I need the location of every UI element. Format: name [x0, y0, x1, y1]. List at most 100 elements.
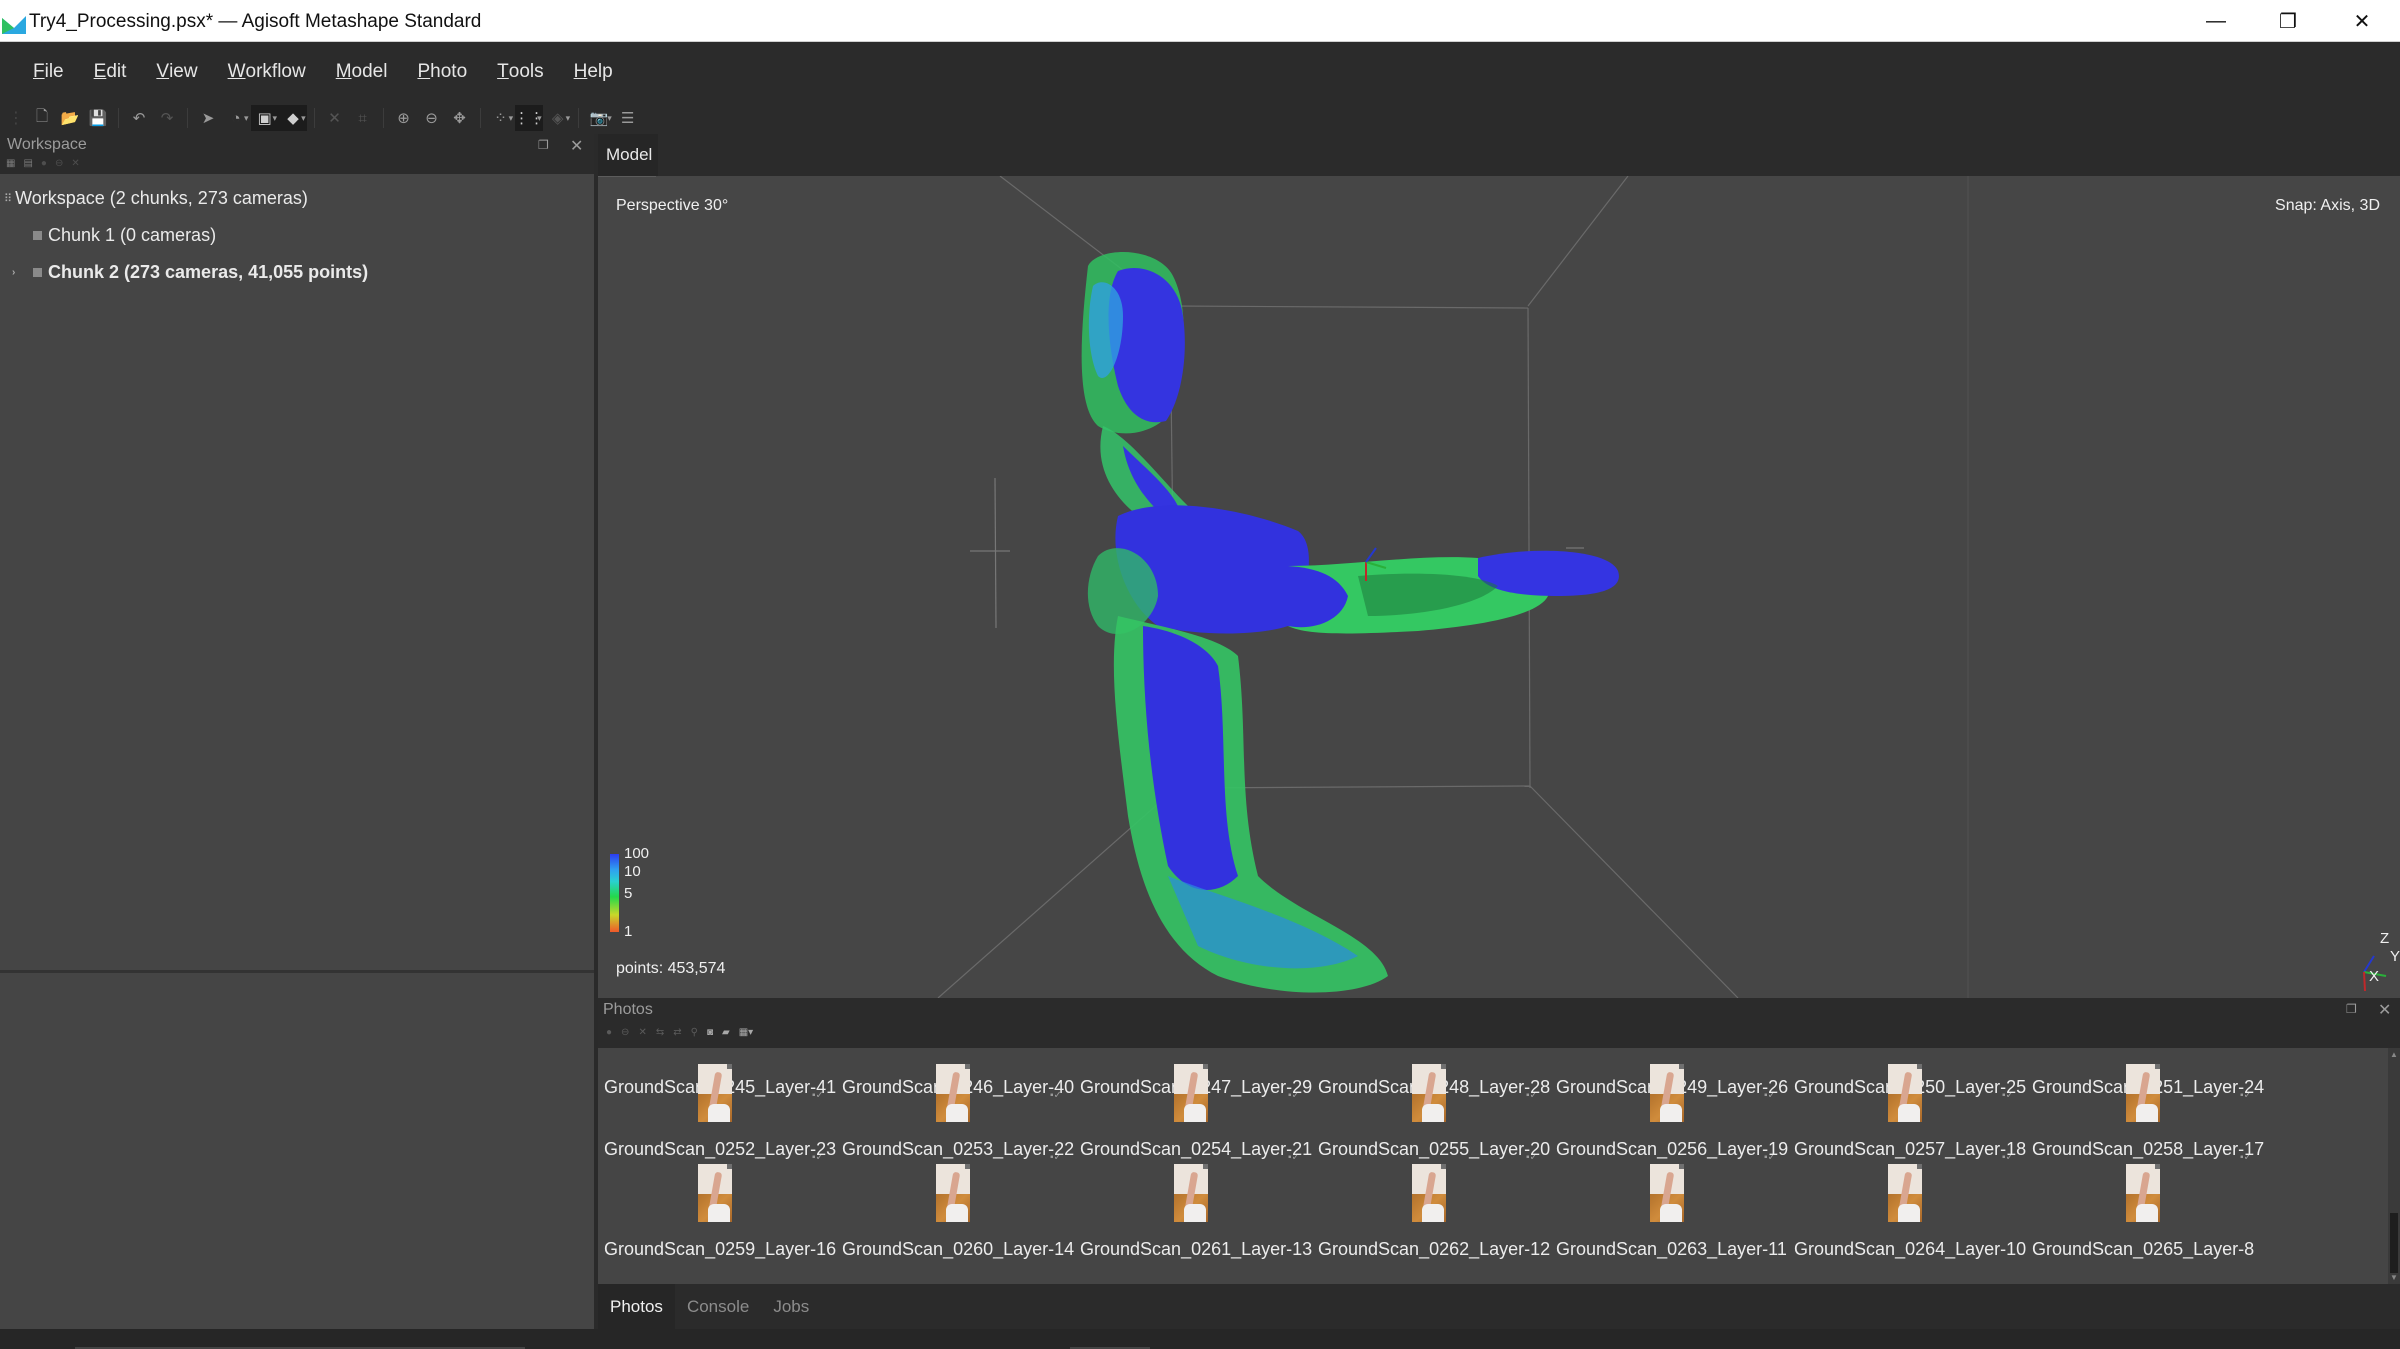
photo-item[interactable]: ▪✓GroundScan_0262_Layer-12 [1312, 1160, 1550, 1260]
photos-grid: ▪✓GroundScan_0245_Layer-41▪✓GroundScan_0… [598, 1048, 2388, 1284]
navigation-pointer-button[interactable]: ➤ [194, 105, 222, 131]
point-cloud-view-icon: ⁘ [494, 110, 507, 127]
dropdown-arrow-icon[interactable]: ▾ [244, 113, 249, 124]
disable-camera-icon[interactable]: ⊖ [621, 1027, 629, 1038]
comments-icon[interactable]: ▰ [722, 1027, 730, 1038]
photo-thumbnail [1174, 1164, 1208, 1222]
tree-item-workspace[interactable]: ⠿ Workspace (2 chunks, 273 cameras) [0, 180, 594, 217]
menu-label: orkflow [245, 61, 306, 82]
redo-button[interactable]: ↷ [153, 105, 181, 131]
photo-item[interactable]: ▪✓GroundScan_0264_Layer-10 [1788, 1160, 2026, 1260]
menu-accelerator: F [33, 61, 45, 82]
model-viewport[interactable]: Perspective 30° Snap: Axis, 3D 100 10 5 … [598, 176, 2400, 998]
close-photos-icon[interactable]: ✕ [2378, 1000, 2391, 1020]
restore-button[interactable]: ❐ [2252, 0, 2324, 42]
crop-selection-button[interactable]: ⌗ [349, 105, 377, 131]
scroll-up-icon[interactable]: ▲ [2390, 1050, 2398, 1059]
menu-edit[interactable]: Edit [79, 52, 142, 92]
photo-item[interactable]: ▪✓GroundScan_0261_Layer-13 [1074, 1160, 1312, 1260]
dropdown-arrow-icon[interactable]: ▾ [301, 113, 306, 124]
add-chunk-icon[interactable]: ▦ [6, 158, 15, 169]
photo-item[interactable]: ▪✓ GroundScan_0253_Layer-22 [836, 1060, 1075, 1163]
open-folder-button[interactable]: 📂 [56, 105, 84, 131]
crop-selection-icon: ⌗ [358, 109, 367, 127]
toolbar-grip-icon[interactable]: ⋮ [8, 108, 24, 128]
mask-icon[interactable]: ◙ [707, 1027, 713, 1038]
remove-camera-icon[interactable]: ✕ [638, 1027, 646, 1038]
photo-item[interactable]: ▪✓ GroundScan_0255_Layer-20 [1312, 1060, 1550, 1163]
photo-label: GroundScan_0261_Layer-13 [1080, 1239, 1313, 1259]
scroll-down-icon[interactable]: ▼ [2390, 1273, 2398, 1282]
zoom-in-button[interactable]: ⊕ [390, 105, 418, 131]
zoom-out-button[interactable]: ⊖ [418, 105, 446, 131]
tree-item-label: Chunk 2 (273 cameras, 41,055 points) [48, 262, 369, 282]
float-panel-icon[interactable]: ❐ [538, 138, 549, 152]
photo-label: GroundScan_0253_Layer-22 [842, 1139, 1075, 1159]
menu-photo[interactable]: Photo [402, 52, 482, 92]
photo-item[interactable]: ▪✓GroundScan_0260_Layer-14 [836, 1160, 1074, 1260]
title-bar: Try4_Processing.psx* — Agisoft Metashape… [0, 0, 2400, 42]
menu-tools[interactable]: Tools [482, 52, 558, 92]
dropdown-arrow-icon[interactable]: ▾ [273, 113, 278, 124]
delete-selection-button[interactable]: ✕ [321, 105, 349, 131]
photo-thumbnail [1174, 1064, 1208, 1122]
tree-item-chunk-1[interactable]: Chunk 1 (0 cameras) [0, 217, 594, 254]
minimize-button[interactable]: — [2180, 0, 2252, 42]
dropdown-arrow-icon[interactable]: ▾ [607, 113, 612, 124]
reference-panel [0, 973, 594, 1329]
tab-photos[interactable]: Photos [598, 1284, 675, 1329]
remove-icon[interactable]: ✕ [71, 158, 79, 169]
tab-jobs[interactable]: Jobs [761, 1284, 821, 1329]
menu-file[interactable]: File [18, 52, 79, 92]
dropdown-arrow-icon[interactable]: ▾ [509, 113, 514, 124]
rotate-left-icon[interactable]: ⇆ [656, 1027, 664, 1038]
redo-icon: ↷ [160, 110, 174, 127]
menu-workflow[interactable]: Workflow [213, 52, 321, 92]
undo-button[interactable]: ↶ [125, 105, 153, 131]
photo-item[interactable]: ▪✓ GroundScan_0258_Layer-17 [2026, 1060, 2264, 1163]
snap-label: Snap: Axis, 3D [2275, 197, 2380, 214]
save-button[interactable]: 💾 [84, 105, 112, 131]
menu-accelerator: T [497, 61, 509, 82]
photo-item[interactable]: ▪✓ GroundScan_0252_Layer-23 [598, 1060, 836, 1163]
photo-item[interactable]: ▪✓GroundScan_0259_Layer-16 [598, 1160, 836, 1260]
photo-item[interactable]: ▪✓ GroundScan_0254_Layer-21 [1074, 1060, 1312, 1163]
reset-view-button[interactable]: ✥ [446, 105, 474, 131]
photo-item[interactable]: ▪✓ GroundScan_0256_Layer-19 [1550, 1060, 1788, 1163]
tree-item-label: Chunk 1 (0 cameras) [48, 225, 217, 245]
view-mode-icon[interactable]: ▦▾ [739, 1027, 753, 1038]
photo-item[interactable]: ▪✓ GroundScan_0257_Layer-18 [1788, 1060, 2026, 1163]
selection-tool-icon: ◆ [287, 110, 299, 127]
menu-accelerator: M [335, 61, 352, 82]
enable-camera-icon[interactable]: ● [606, 1027, 612, 1038]
tree-item-chunk-2[interactable]: › Chunk 2 (273 cameras, 41,055 points) [0, 254, 594, 291]
new-document-button[interactable]: 🗋 [28, 105, 56, 131]
dropdown-arrow-icon[interactable]: ▾ [537, 113, 542, 124]
close-panel-icon[interactable]: ✕ [570, 136, 583, 156]
photo-item[interactable]: ▪✓GroundScan_0263_Layer-11 [1550, 1160, 1788, 1260]
main-toolbar: ⋮ 🗋 📂 💾 ↶ ↷ ➤ ◔ ▾ ▣ ▾ ◆ ▾ ✕ ⌗ ⊕ ⊖ ✥ ⁘ ▾ ⋮⋮ ▾ ◈ ▾ 📷 ▾ ☰ [0, 102, 2400, 134]
menu-view[interactable]: View [141, 52, 212, 92]
disable-icon[interactable]: ⊖ [55, 158, 63, 169]
photo-item[interactable]: ▪✓GroundScan_0265_Layer-8 [2026, 1160, 2264, 1260]
photos-scrollbar[interactable]: ▲ ▼ [2388, 1048, 2400, 1284]
dropdown-arrow-icon[interactable]: ▾ [566, 113, 571, 124]
expand-arrow-icon[interactable]: › [12, 267, 15, 278]
tab-console[interactable]: Console [675, 1284, 761, 1329]
scrollbar-thumb[interactable] [2390, 1213, 2398, 1273]
add-photos-icon[interactable]: ▤ [23, 158, 32, 169]
menu-help[interactable]: Help [559, 52, 628, 92]
point-cloud-model[interactable] [1081, 252, 1619, 993]
float-photos-icon[interactable]: ❐ [2346, 1002, 2357, 1016]
menu-model[interactable]: Model [321, 52, 403, 92]
enable-icon[interactable]: ● [41, 158, 47, 169]
filter-icon[interactable]: ⚲ [691, 1027, 698, 1038]
menu-bar: File Edit View Workflow Model Photo Tools Help [0, 42, 2400, 102]
axis-label-z: Z [2380, 930, 2390, 947]
menu-accelerator: H [573, 61, 588, 82]
close-button[interactable]: ✕ [2326, 0, 2398, 42]
tab-model[interactable]: Model [598, 134, 658, 176]
show-layers-button[interactable]: ☰ [614, 105, 642, 131]
toolbar-separator [578, 108, 580, 128]
rotate-right-icon[interactable]: ⇄ [673, 1027, 681, 1038]
